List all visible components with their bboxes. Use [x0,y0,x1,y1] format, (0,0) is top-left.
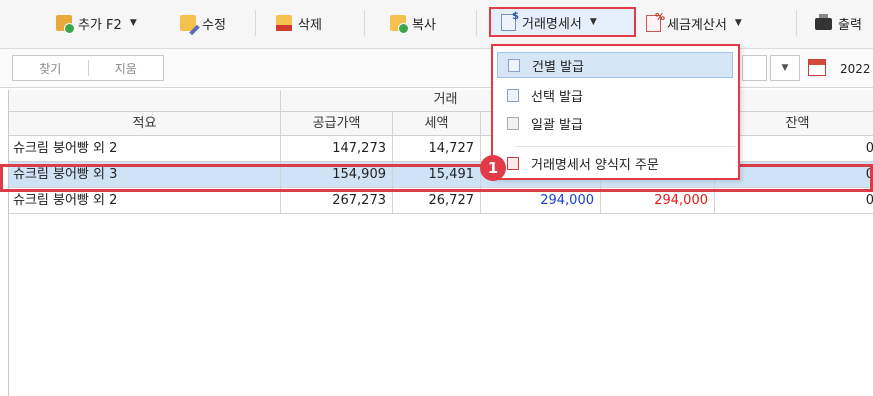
tax-invoice-label: 세금계산서 [667,17,727,33]
menu-item-issue-selected[interactable]: 선택 발급 [497,82,733,108]
chevron-down-icon: ▼ [734,18,742,28]
menu-item-issue-single[interactable]: 건별 발급 [497,52,733,78]
menu-divider [515,146,735,147]
cell-memo[interactable]: 슈크림 붕어빵 외 2 [9,136,281,162]
toolbar-divider [364,10,365,36]
menu-item-label: 선택 발급 [531,89,583,105]
tax-invoice-icon [646,12,665,32]
chevron-down-icon: ▼ [589,17,597,27]
search-button-group: 찾기 지움 [12,55,164,81]
copy-button[interactable]: 복사 [390,10,436,36]
cell-memo[interactable]: 슈크림 붕어빵 외 2 [9,188,281,214]
add-document-icon [56,15,75,34]
statement-document-icon [501,11,519,31]
menu-item-label: 거래명세서 양식지 주문 [531,157,659,173]
menu-item-issue-bulk[interactable]: 일괄 발급 [497,110,733,136]
menu-item-label: 일괄 발급 [531,117,583,133]
cell-tax[interactable]: 15,491 [393,162,481,188]
cell-paid[interactable]: 294,000 [601,188,715,214]
step-callout-badge: 1 [480,155,506,181]
header-supply-amount[interactable]: 공급가액 [281,112,393,136]
print-button-label: 출력 [838,17,862,33]
printer-icon [815,14,832,30]
menu-item-order-form[interactable]: 거래명세서 양식지 주문 [497,150,733,176]
cell-balance[interactable]: 0 [715,188,873,214]
edit-button[interactable]: 수정 [180,10,226,36]
chevron-down-icon: ▼ [129,18,137,28]
multi-document-icon [507,116,519,130]
header-memo[interactable]: 적요 [9,112,281,136]
order-form-icon [507,156,519,170]
edit-pencil-icon [180,15,196,31]
transaction-statement-button[interactable]: 거래명세서 ▼ [489,7,636,37]
clear-button[interactable]: 지움 [89,60,164,77]
cell-supply[interactable]: 267,273 [281,188,393,214]
delete-button-label: 삭제 [298,17,322,33]
header-tax[interactable]: 세액 [393,112,481,136]
add-button[interactable]: 추가 F2 ▼ [56,10,137,36]
copy-button-label: 복사 [412,17,436,33]
filter-bar: 찾기 지움 ▼ 2022 [0,49,873,88]
filter-combo[interactable] [742,55,767,81]
menu-item-label: 건별 발급 [532,59,584,75]
calendar-icon[interactable] [808,59,826,76]
toolbar: 추가 F2 ▼ 수정 삭제 복사 거래명세서 ▼ 세금계산서 ▼ 출력 [0,0,873,49]
delete-icon [276,15,292,31]
cell-supply[interactable]: 147,273 [281,136,393,162]
transaction-statement-label: 거래명세서 [522,16,582,32]
header-spacer [9,90,281,112]
toolbar-divider [255,10,256,36]
transaction-statement-menu: 건별 발급 선택 발급 일괄 발급 거래명세서 양식지 주문 [491,44,740,180]
period-dropdown[interactable]: ▼ [770,55,800,81]
date-value[interactable]: 2022 [840,62,871,76]
toolbar-divider [476,10,477,36]
selected-document-icon [507,88,519,102]
edit-button-label: 수정 [202,17,226,33]
tax-invoice-button[interactable]: 세금계산서 ▼ [646,10,742,36]
toolbar-divider [796,10,797,36]
print-button[interactable]: 출력 [815,10,862,36]
chevron-down-icon: ▼ [781,63,789,73]
cell-total[interactable]: 294,000 [481,188,601,214]
delete-button[interactable]: 삭제 [276,10,322,36]
single-document-icon [508,58,520,72]
transaction-grid: 거래 적요 공급가액 세액 잔액 슈크림 붕어빵 외 2 147,273 14,… [8,90,873,396]
cell-tax[interactable]: 26,727 [393,188,481,214]
copy-icon [390,15,409,34]
cell-memo[interactable]: 슈크림 붕어빵 외 3 [9,162,281,188]
cell-tax[interactable]: 14,727 [393,136,481,162]
add-button-label: 추가 F2 [78,17,122,33]
find-button[interactable]: 찾기 [13,60,88,77]
cell-supply[interactable]: 154,909 [281,162,393,188]
